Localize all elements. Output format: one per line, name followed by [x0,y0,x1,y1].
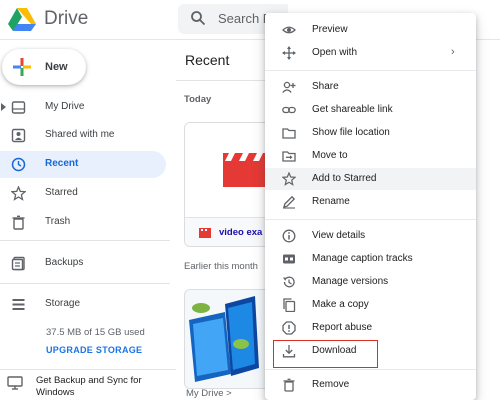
star-icon [282,172,296,186]
captions-icon [283,254,295,264]
image-thumbnail [185,290,275,388]
backup-sync-banner[interactable]: Get Backup and Sync for Windows [0,369,178,400]
menu-divider [265,369,476,370]
copy-icon [283,298,296,312]
open-with-icon [282,46,296,60]
file-thumbnail [185,123,275,217]
menu-item-share[interactable]: Share [265,76,476,98]
pencil-icon [283,195,296,209]
file-card-video[interactable]: video exa [184,122,276,247]
app-name[interactable]: Drive [44,8,88,30]
title-divider [176,80,266,81]
sidebar-item-label: Trash [45,216,71,227]
sidebar-item-label: Recent [45,158,79,169]
menu-item-label: View details [312,230,366,241]
backup-sync-text: Get Backup and Sync for Windows [36,375,142,398]
menu-item-label: Show file location [312,127,390,138]
add-person-icon [282,81,296,93]
group-label-earlier: Earlier this month [184,261,258,272]
breadcrumb-chevron-icon: > [226,388,232,399]
sidebar-divider [0,283,170,284]
download-highlight-box [273,340,378,368]
eye-icon [282,26,296,34]
sidebar-item-my-drive[interactable]: My Drive [0,94,166,121]
group-label-today: Today [184,94,212,105]
file-name: video exa [219,227,263,238]
menu-item-label: Share [312,81,339,92]
file-card-footer: video exa [185,217,275,246]
menu-item-label: Move to [312,150,348,161]
link-icon [282,106,296,114]
computer-icon [7,376,23,390]
sidebar-item-label: Storage [45,298,81,309]
storage-icon [12,299,25,310]
plus-icon [13,58,31,76]
menu-item-move-to[interactable]: Move to [265,145,476,167]
menu-item-open-with[interactable]: Open with › [265,42,476,64]
sidebar-item-label: Shared with me [45,129,115,140]
menu-divider [265,219,476,220]
menu-item-remove[interactable]: Remove [265,374,476,396]
upgrade-storage-link[interactable]: UPGRADE STORAGE [46,345,142,355]
menu-item-label: Add to Starred [312,173,377,184]
sidebar-item-backups[interactable]: Backups [0,250,166,277]
menu-item-label: Preview [312,24,348,35]
expand-arrow-icon[interactable] [1,103,6,111]
file-card-image[interactable] [184,289,276,389]
sidebar-item-trash[interactable]: Trash [0,209,166,236]
menu-item-label: Report abuse [312,322,373,333]
sidebar-item-label: Starred [45,187,78,198]
sidebar-divider [0,240,170,241]
submenu-chevron-icon: › [451,46,455,58]
menu-item-label: Manage caption tracks [312,253,413,264]
menu-item-report-abuse[interactable]: Report abuse [265,317,476,339]
storage-usage-text: 37.5 MB of 15 GB used [46,327,145,338]
menu-item-label: Open with [312,47,358,58]
my-drive-icon [11,101,26,114]
menu-item-manage-versions[interactable]: Manage versions [265,271,476,293]
sidebar-item-shared-with-me[interactable]: Shared with me [0,122,166,149]
menu-item-label: Manage versions [312,276,389,287]
trash-icon [12,215,25,230]
menu-item-manage-caption-tracks[interactable]: Manage caption tracks [265,248,476,270]
clock-icon [11,157,26,172]
sidebar-item-recent[interactable]: Recent [0,151,166,178]
menu-item-make-a-copy[interactable]: Make a copy [265,294,476,316]
sidebar-item-label: Backups [45,257,84,268]
sidebar-item-starred[interactable]: Starred [0,180,166,207]
info-icon [282,229,296,243]
new-button[interactable]: New [2,49,86,85]
move-to-icon [282,151,296,162]
history-icon [283,276,295,288]
menu-item-rename[interactable]: Rename [265,191,476,213]
new-button-label: New [45,61,68,73]
menu-item-get-shareable-link[interactable]: Get shareable link [265,99,476,121]
breadcrumb: My Drive > [186,388,232,399]
folder-icon [282,128,296,139]
shared-icon [11,128,26,143]
page-title: Recent [185,52,230,68]
search-icon[interactable] [190,10,206,26]
menu-item-label: Remove [312,379,350,390]
menu-divider [265,70,476,71]
drive-logo-icon[interactable] [8,7,36,31]
menu-item-label: Get shareable link [312,104,393,115]
menu-item-label: Rename [312,196,350,207]
menu-item-label: Make a copy [312,299,369,310]
sidebar-item-storage[interactable]: Storage [0,291,166,318]
sidebar-item-label: My Drive [45,101,85,112]
video-file-icon [199,228,211,238]
menu-item-view-details[interactable]: View details [265,225,476,247]
breadcrumb-root[interactable]: My Drive [186,388,223,399]
menu-item-preview[interactable]: Preview [265,19,476,41]
report-icon [282,321,296,335]
menu-item-show-file-location[interactable]: Show file location [265,122,476,144]
backups-icon [11,256,25,271]
trash-icon [283,378,295,392]
star-icon [11,186,26,201]
menu-item-add-to-starred[interactable]: Add to Starred [265,168,476,190]
